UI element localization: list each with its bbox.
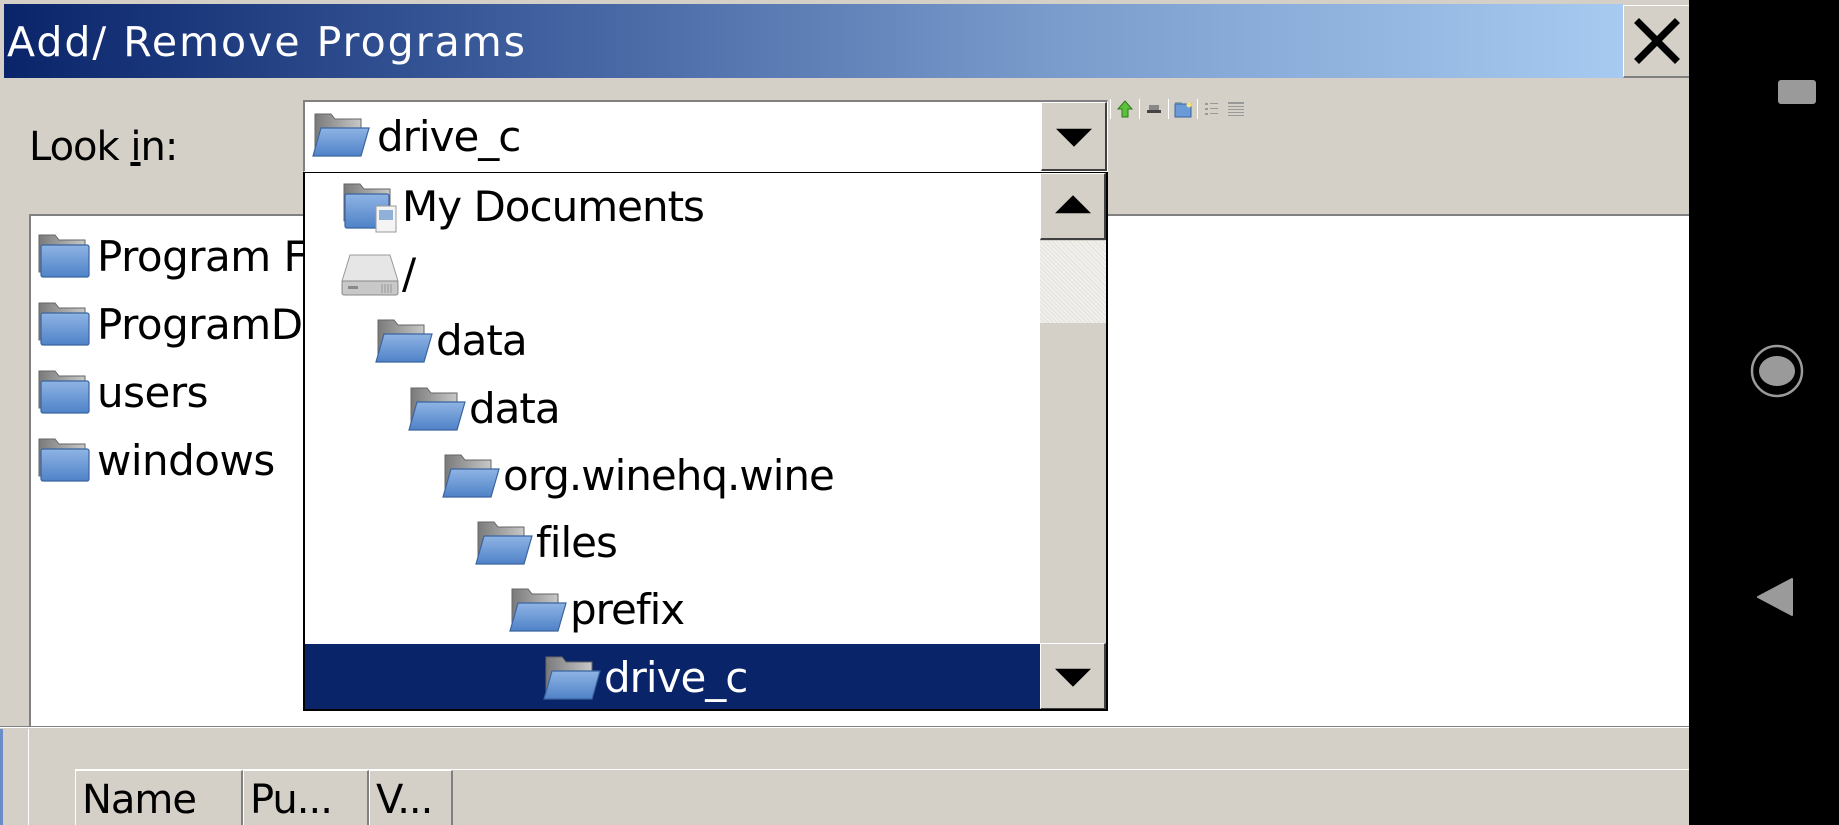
file-toolbar (1110, 97, 1246, 121)
dropdown-item-label: drive_c (604, 653, 748, 702)
column-header-publisher[interactable]: Pu... (243, 770, 369, 825)
folder-icon (35, 299, 91, 349)
file-item[interactable]: ProgramDa (35, 294, 328, 354)
up-arrow-icon (1117, 100, 1133, 118)
file-item-label: users (97, 367, 209, 417)
chevron-down-icon (1055, 128, 1092, 147)
file-item-label: Program F (97, 231, 308, 281)
dropdown-item-drive-c[interactable]: drive_c (305, 644, 1043, 709)
file-item-label: windows (97, 435, 275, 485)
chevron-down-icon (1054, 668, 1091, 687)
close-button[interactable] (1623, 5, 1689, 78)
dropdown-item-label: My Documents (402, 182, 705, 231)
close-icon (1633, 18, 1680, 64)
file-item-label: ProgramDa (97, 299, 328, 349)
folder-icon (35, 435, 91, 485)
new-folder-button[interactable] (1173, 99, 1193, 119)
look-in-label-post: n: (140, 124, 179, 170)
up-folder-button[interactable] (1115, 99, 1135, 119)
desktop-icon (1147, 105, 1161, 113)
window-title: Add/ Remove Programs (7, 18, 527, 66)
folder-open-icon (441, 449, 501, 503)
chevron-up-icon (1054, 195, 1091, 214)
details-view-button[interactable] (1226, 99, 1246, 119)
look-in-label-pre: Look (29, 124, 131, 170)
recents-button[interactable] (1778, 80, 1816, 104)
dropdown-item-label: prefix (570, 585, 685, 634)
dropdown-item-label: org.winehq.wine (503, 451, 835, 500)
column-header-label: V... (376, 777, 433, 823)
dropdown-item-org-winehq-wine[interactable]: org.winehq.wine (305, 442, 1043, 509)
combo-dropdown-button[interactable] (1041, 102, 1107, 171)
back-button[interactable] (1756, 576, 1796, 618)
desktop-button[interactable] (1144, 99, 1164, 119)
folder-open-icon (311, 108, 371, 162)
new-folder-icon (1174, 102, 1192, 118)
dropdown-item-label: data (436, 316, 528, 365)
look-in-label-accel: i (130, 124, 141, 170)
panel-divider (0, 726, 1689, 728)
column-header-label: Pu... (250, 777, 333, 823)
folder-open-icon (407, 382, 467, 436)
dropdown-item-data[interactable]: data (305, 307, 1043, 374)
scroll-down-button[interactable] (1040, 643, 1106, 709)
column-header-name[interactable]: Name (75, 770, 243, 825)
hard-drive-icon (340, 247, 400, 301)
folder-open-icon (474, 516, 534, 570)
left-edge-line (28, 729, 29, 825)
column-header-label: Name (82, 777, 197, 823)
details-view-icon (1228, 102, 1244, 116)
scroll-thumb[interactable] (1040, 241, 1106, 323)
folder-open-icon (508, 583, 568, 637)
list-view-icon (1205, 103, 1218, 115)
file-item[interactable]: Program F (35, 226, 308, 286)
folder-open-icon (374, 314, 434, 368)
dropdown-scrollbar[interactable] (1040, 173, 1106, 709)
toolbar-separator (1197, 99, 1198, 119)
my-documents-icon (340, 180, 400, 234)
dropdown-item-root[interactable]: / (305, 240, 1043, 307)
column-header-version[interactable]: V... (369, 770, 453, 825)
dropdown-item-files[interactable]: files (305, 509, 1043, 576)
toolbar-separator (1110, 99, 1111, 119)
dropdown-item-my-documents[interactable]: My Documents (305, 173, 1043, 240)
left-edge-sliver (0, 729, 3, 825)
toolbar-separator (1168, 99, 1169, 119)
file-item[interactable]: users (35, 362, 209, 422)
dropdown-item-prefix[interactable]: prefix (305, 576, 1043, 643)
add-remove-programs-window: Add/ Remove Programs Look in: drive_c Pr… (0, 0, 1689, 825)
folder-icon (35, 367, 91, 417)
look-in-value: drive_c (377, 112, 521, 161)
look-in-dropdown-list[interactable]: My Documents / data data org.winehq.wine… (303, 172, 1108, 711)
list-view-button[interactable] (1202, 99, 1222, 119)
toolbar-separator (1139, 99, 1140, 119)
dropdown-item-data-2[interactable]: data (305, 375, 1043, 442)
title-bar[interactable]: Add/ Remove Programs (4, 4, 1623, 78)
home-button[interactable] (1750, 344, 1804, 398)
folder-open-icon (542, 651, 602, 705)
dropdown-item-label: files (536, 518, 618, 567)
file-item[interactable]: windows (35, 430, 275, 490)
folder-icon (35, 231, 91, 281)
android-nav-bar (1689, 0, 1839, 825)
dropdown-item-label: data (469, 384, 561, 433)
look-in-combobox[interactable]: drive_c (303, 100, 1108, 172)
scroll-up-button[interactable] (1040, 173, 1106, 240)
dropdown-item-label: / (402, 249, 416, 298)
look-in-label: Look in: (29, 124, 179, 170)
